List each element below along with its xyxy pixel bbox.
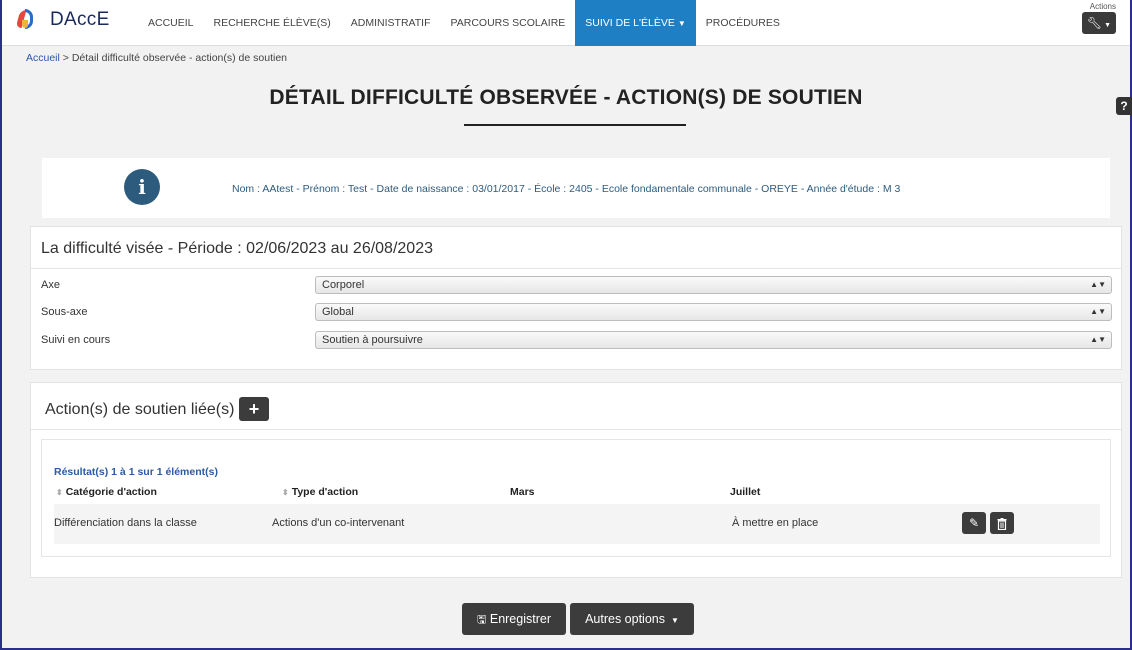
support-actions-panel: Action(s) de soutien liée(s) + Résultat(…	[30, 382, 1122, 578]
nav-item-recherche-eleves[interactable]: RECHERCHE ÉLÈVE(S)	[204, 0, 341, 46]
add-action-button[interactable]: +	[239, 397, 269, 421]
delete-button[interactable]	[990, 512, 1014, 534]
sort-icon: ⬍	[282, 488, 289, 497]
actions-label: Actions	[1089, 2, 1116, 11]
suivi-select[interactable]: Soutien à poursuivre ▲▼	[315, 331, 1112, 349]
student-info-text: Nom : AAtest - Prénom : Test - Date de n…	[232, 183, 901, 195]
save-label: Enregistrer	[489, 612, 551, 626]
page-title: DÉTAIL DIFFICULTÉ OBSERVÉE - ACTION(S) D…	[269, 86, 863, 109]
divider	[31, 429, 1121, 430]
title-underline	[464, 124, 686, 126]
column-header-mars: Mars	[510, 486, 535, 498]
breadcrumb-separator: >	[62, 52, 69, 64]
pencil-icon: ✎	[968, 516, 980, 530]
caret-down-icon: ▼	[671, 616, 679, 625]
nav-item-administratif[interactable]: ADMINISTRATIF	[341, 0, 441, 46]
nav-item-procedures[interactable]: PROCÉDURES	[696, 0, 790, 46]
nav-label: RECHERCHE ÉLÈVE(S)	[213, 17, 331, 29]
nav-item-parcours-scolaire[interactable]: PARCOURS SCOLAIRE	[441, 0, 576, 46]
caret-down-icon: ▼	[677, 19, 686, 28]
nav-label: SUIVI DE L'ÉLÈVE	[585, 17, 675, 29]
axe-value: Corporel	[322, 279, 365, 291]
results-table: Résultat(s) 1 à 1 sur 1 élément(s) ⬍ Caté…	[41, 439, 1111, 557]
cell-juillet: À mettre en place	[732, 517, 819, 529]
info-icon: i	[124, 169, 160, 205]
more-options-button[interactable]: Autres options ▼	[570, 603, 694, 635]
divider	[31, 268, 1121, 269]
difficulty-title: La difficulté visée - Période : 02/06/20…	[41, 240, 433, 257]
select-arrows-icon: ▲▼	[1090, 335, 1106, 344]
logo-icon	[15, 8, 42, 32]
actions-dropdown-button[interactable]: 🔧︎ ▼	[1082, 12, 1116, 34]
breadcrumb: Accueil > Détail difficulté observée - a…	[26, 52, 287, 64]
column-header-label: Catégorie d'action	[65, 486, 157, 498]
main-nav: ACCUEIL RECHERCHE ÉLÈVE(S) ADMINISTRATIF…	[138, 0, 790, 46]
more-options-label: Autres options	[585, 612, 665, 626]
actions-menu: Actions 🔧︎ ▼	[1082, 2, 1116, 34]
nav-item-suivi-eleve[interactable]: SUIVI DE L'ÉLÈVE ▼	[575, 0, 696, 46]
brand-logo[interactable]: DAccE	[15, 8, 110, 32]
nav-label: PROCÉDURES	[705, 17, 780, 29]
sous-axe-value: Global	[322, 306, 354, 318]
plus-icon: +	[248, 399, 260, 419]
suivi-value: Soutien à poursuivre	[322, 334, 423, 346]
column-header-juillet: Juillet	[730, 486, 761, 498]
difficulty-panel: La difficulté visée - Période : 02/06/20…	[30, 226, 1122, 370]
axe-select[interactable]: Corporel ▲▼	[315, 276, 1112, 294]
results-count: Résultat(s) 1 à 1 sur 1 élément(s)	[54, 466, 218, 478]
floppy-disk-icon: 🖫	[477, 614, 487, 626]
trash-icon	[997, 517, 1007, 530]
brand-name: DAccE	[50, 9, 110, 30]
save-button[interactable]: 🖫 Enregistrer	[462, 603, 566, 635]
edit-button[interactable]: ✎	[962, 512, 986, 534]
nav-label: ADMINISTRATIF	[350, 17, 431, 29]
select-arrows-icon: ▲▼	[1090, 307, 1106, 316]
axe-label: Axe	[41, 279, 60, 291]
wrench-icon: 🔧︎	[1086, 16, 1103, 30]
top-navbar: DAccE ACCUEIL RECHERCHE ÉLÈVE(S) ADMINIS…	[2, 0, 1130, 46]
nav-label: ACCUEIL	[148, 17, 194, 29]
breadcrumb-home-link[interactable]: Accueil	[26, 52, 60, 64]
sort-icon: ⬍	[56, 488, 63, 497]
nav-label: PARCOURS SCOLAIRE	[450, 17, 566, 29]
app-frame: DAccE ACCUEIL RECHERCHE ÉLÈVE(S) ADMINIS…	[0, 0, 1132, 650]
sous-axe-select[interactable]: Global ▲▼	[315, 303, 1112, 321]
cell-category: Différenciation dans la classe	[54, 517, 197, 529]
column-header-label: Type d'action	[291, 486, 359, 498]
select-arrows-icon: ▲▼	[1090, 280, 1106, 289]
support-actions-title: Action(s) de soutien liée(s)	[45, 401, 235, 418]
table-row: Différenciation dans la classe Actions d…	[54, 504, 1100, 544]
column-header-category[interactable]: ⬍ Catégorie d'action	[56, 486, 157, 498]
sous-axe-label: Sous-axe	[41, 306, 88, 318]
nav-item-accueil[interactable]: ACCUEIL	[138, 0, 204, 46]
student-info-box: i Nom : AAtest - Prénom : Test - Date de…	[42, 158, 1110, 218]
suivi-label: Suivi en cours	[41, 334, 111, 346]
column-header-type[interactable]: ⬍ Type d'action	[282, 486, 358, 498]
caret-down-icon: ▼	[1104, 22, 1112, 29]
cell-type: Actions d'un co-intervenant	[272, 517, 405, 529]
breadcrumb-current: Détail difficulté observée - action(s) d…	[71, 52, 288, 64]
